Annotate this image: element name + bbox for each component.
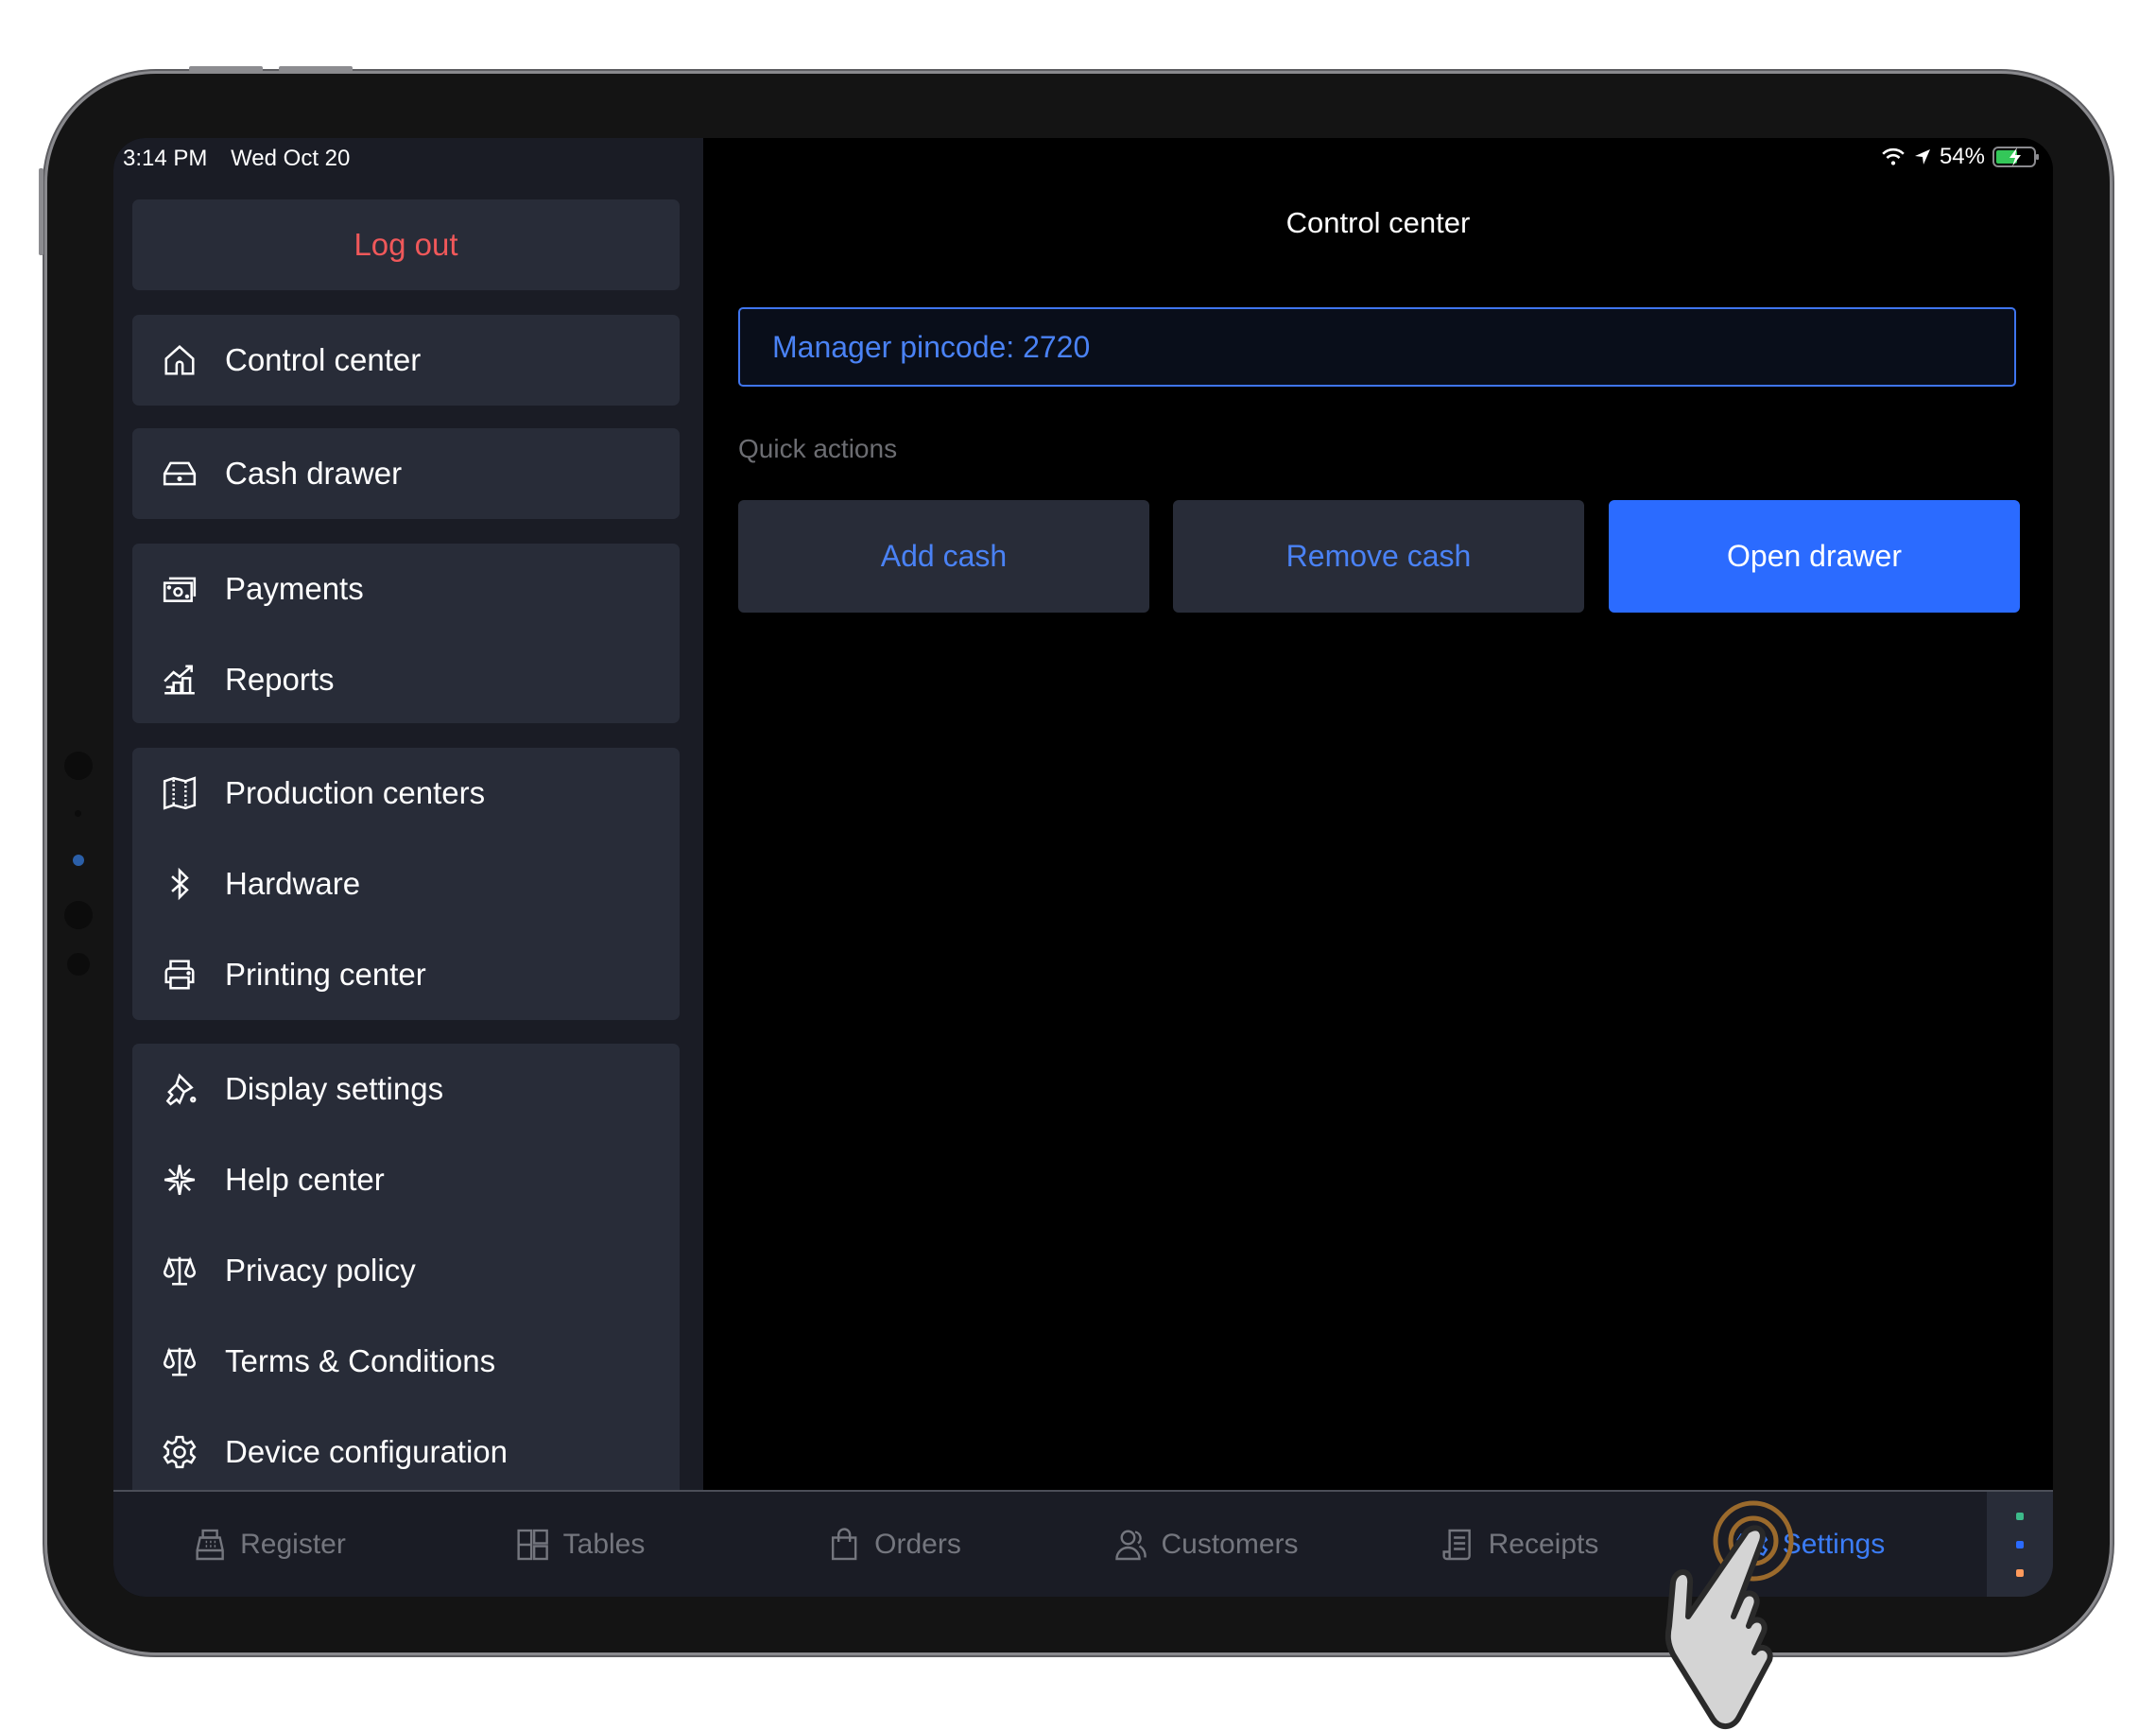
chart-growth-icon xyxy=(161,661,198,699)
scales-icon xyxy=(161,1342,198,1380)
gear-icon xyxy=(161,1433,198,1471)
logout-button[interactable]: Log out xyxy=(132,199,680,290)
sidebar-item-label: Hardware xyxy=(225,866,361,901)
sidebar-group-cash: Cash drawer xyxy=(132,428,680,519)
sidebar-item-label: Help center xyxy=(225,1162,385,1197)
sidebar-item-production-centers[interactable]: Production centers xyxy=(132,748,680,839)
manager-pincode-banner: Manager pincode: 2720 xyxy=(738,307,2016,387)
printer-icon xyxy=(161,956,198,994)
sidebar-item-label: Terms & Conditions xyxy=(225,1343,496,1378)
logout-label: Log out xyxy=(354,227,458,262)
quick-actions-label: Quick actions xyxy=(738,434,898,463)
status-bar-right: 54% xyxy=(1881,144,2040,170)
tab-label: Orders xyxy=(874,1528,961,1560)
status-dot-blue xyxy=(2016,1540,2024,1548)
sidebar-item-label: Display settings xyxy=(225,1071,444,1106)
gear-icon xyxy=(1736,1529,1768,1560)
tab-label: Register xyxy=(240,1528,346,1560)
add-cash-button[interactable]: Add cash xyxy=(738,500,1149,613)
home-icon xyxy=(161,341,198,379)
open-drawer-button[interactable]: Open drawer xyxy=(1609,500,2020,613)
sidebar-item-printing-center[interactable]: Printing center xyxy=(132,929,680,1020)
tab-label: Tables xyxy=(562,1528,646,1560)
tab-label: Settings xyxy=(1782,1528,1886,1560)
status-date: Wed Oct 20 xyxy=(231,146,351,171)
status-bar-left: 3:14 PM Wed Oct 20 xyxy=(123,146,367,172)
sidebar-item-reports[interactable]: Reports xyxy=(132,634,680,725)
tab-label: Customers xyxy=(1161,1528,1299,1560)
sidebar-item-control-center[interactable]: Control center xyxy=(132,315,680,406)
scales-icon xyxy=(161,1252,198,1289)
bottom-tab-bar: Register Tables Orders Customers Receipt… xyxy=(113,1490,2053,1597)
tab-orders[interactable]: Orders xyxy=(827,1492,961,1597)
main-content: 54% Control center Manager pincode: 2720… xyxy=(703,138,2053,1490)
tab-customers[interactable]: Customers xyxy=(1113,1492,1299,1597)
battery-percent: 54% xyxy=(1939,144,1985,169)
sidebar-item-label: Printing center xyxy=(225,957,426,992)
sidebar-item-privacy-policy[interactable]: Privacy policy xyxy=(132,1225,680,1316)
sidebar-item-label: Privacy policy xyxy=(225,1253,416,1288)
camera-lens xyxy=(73,855,84,866)
wifi-icon xyxy=(1882,147,1905,165)
camera-sensor xyxy=(75,810,81,817)
open-drawer-label: Open drawer xyxy=(1727,539,1902,573)
cash-register-icon xyxy=(196,1529,224,1560)
sidebar-item-label: Reports xyxy=(225,662,335,697)
sidebar-item-help-center[interactable]: Help center xyxy=(132,1134,680,1225)
sidebar-item-label: Payments xyxy=(225,571,364,606)
location-arrow-icon xyxy=(1914,149,1930,164)
sidebar-group-devices: Production centers Hardware Printing cen… xyxy=(132,748,680,1020)
camera-sensor xyxy=(64,752,93,780)
status-dot-green xyxy=(2016,1512,2024,1520)
tab-receipts[interactable]: Receipts xyxy=(1441,1492,1599,1597)
sidebar-item-device-configuration[interactable]: Device configuration xyxy=(132,1407,680,1497)
page-title: Control center xyxy=(1285,206,1471,239)
volume-button xyxy=(189,66,263,72)
camera-sensor xyxy=(67,953,90,976)
status-indicator-panel xyxy=(1987,1492,2053,1597)
sidebar-item-label: Cash drawer xyxy=(225,456,403,491)
remove-cash-label: Remove cash xyxy=(1285,539,1472,573)
sidebar-item-label: Device configuration xyxy=(225,1434,508,1469)
power-button xyxy=(39,168,43,255)
tables-grid-icon xyxy=(517,1529,548,1560)
sidebar-item-payments[interactable]: Payments xyxy=(132,544,680,634)
compass-star-icon xyxy=(161,1161,198,1199)
sidebar-item-cash-drawer[interactable]: Cash drawer xyxy=(132,428,680,519)
remove-cash-button[interactable]: Remove cash xyxy=(1173,500,1584,613)
pincode-text: Manager pincode: 2720 xyxy=(772,329,1091,364)
sidebar-group-finance: Payments Reports xyxy=(132,544,680,723)
sidebar-group-control: Control center xyxy=(132,315,680,406)
volume-button xyxy=(279,66,353,72)
sidebar-item-hardware[interactable]: Hardware xyxy=(132,839,680,929)
bluetooth-icon xyxy=(161,865,198,903)
camera-sensor xyxy=(64,901,93,929)
cash-drawer-icon xyxy=(161,455,198,493)
tab-register[interactable]: Register xyxy=(193,1492,346,1597)
add-cash-label: Add cash xyxy=(880,539,1008,573)
sidebar-group-general: Display settings Help center Privacy pol… xyxy=(132,1044,680,1516)
receipt-icon xyxy=(1442,1529,1471,1560)
sidebar-item-label: Production centers xyxy=(225,775,486,810)
sidebar-item-label: Control center xyxy=(225,342,422,377)
status-dot-orange xyxy=(2016,1568,2024,1577)
tab-settings[interactable]: Settings xyxy=(1735,1492,1885,1597)
sidebar: 3:14 PM Wed Oct 20 Log out Control cente… xyxy=(113,138,703,1516)
status-time: 3:14 PM xyxy=(123,146,208,171)
tab-label: Receipts xyxy=(1488,1528,1599,1560)
shopping-bag-icon xyxy=(831,1527,857,1560)
users-icon xyxy=(1115,1530,1147,1560)
paint-brush-icon xyxy=(161,1070,198,1108)
tab-tables[interactable]: Tables xyxy=(516,1492,646,1597)
sidebar-item-display-settings[interactable]: Display settings xyxy=(132,1044,680,1134)
app-screen: 3:14 PM Wed Oct 20 Log out Control cente… xyxy=(113,138,2053,1597)
sidebar-item-terms-conditions[interactable]: Terms & Conditions xyxy=(132,1316,680,1407)
banknotes-icon xyxy=(161,570,198,608)
battery-charging-icon xyxy=(1992,147,2039,167)
map-icon xyxy=(161,774,198,812)
